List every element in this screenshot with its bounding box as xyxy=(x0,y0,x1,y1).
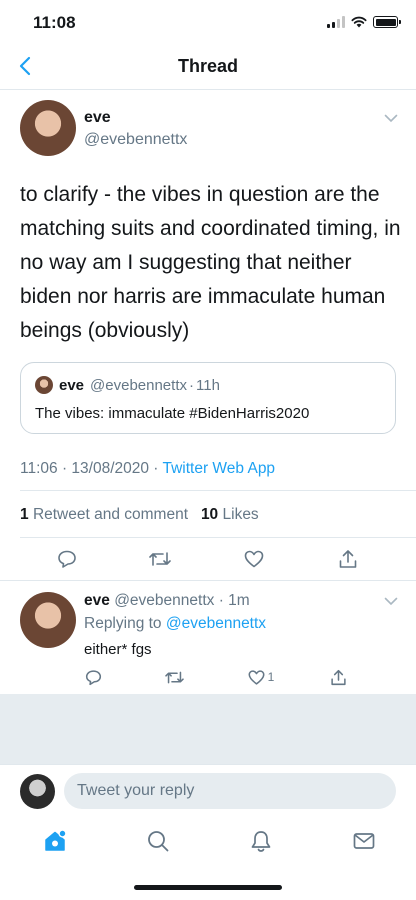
retweet-icon xyxy=(149,552,171,566)
reply-author-name[interactable]: eve xyxy=(84,592,110,609)
meta-divider xyxy=(20,490,416,491)
share-icon xyxy=(330,669,346,685)
reply-header: eve @evebennettx · 1m xyxy=(84,592,250,610)
retweets-count: 1 xyxy=(20,506,29,523)
author-handle[interactable]: @evebennettx xyxy=(84,131,187,149)
share-icon xyxy=(339,550,357,568)
reply-input[interactable]: Tweet your reply xyxy=(64,773,396,809)
messages-icon xyxy=(353,833,375,849)
reply-input-placeholder: Tweet your reply xyxy=(77,782,195,799)
avatar[interactable] xyxy=(20,100,76,156)
quoted-author-handle: @evebennettx xyxy=(90,376,187,394)
tab-notifications[interactable] xyxy=(246,826,276,856)
reply-retweet-button[interactable] xyxy=(163,666,185,688)
reply-icon xyxy=(58,550,76,568)
notifications-icon xyxy=(251,831,271,852)
timestamp-text: 11:06 · 13/08/2020 · xyxy=(20,460,163,477)
retweets-stat[interactable]: 1 Retweet and comment xyxy=(20,506,188,523)
quoted-avatar xyxy=(35,376,53,394)
compose-divider xyxy=(0,764,416,765)
reply-separator: · xyxy=(214,592,229,609)
retweets-label: Retweet and comment xyxy=(32,506,189,523)
author-name[interactable]: eve xyxy=(84,109,111,127)
replying-to-link[interactable]: @evebennettx xyxy=(166,615,266,632)
tab-search[interactable] xyxy=(143,826,173,856)
engagement-counts: 1 Retweet and comment 10 Likes xyxy=(20,506,259,524)
home-indicator xyxy=(134,885,282,890)
wifi-icon xyxy=(351,16,367,28)
reply-like-count: 1 xyxy=(267,670,275,684)
counts-divider xyxy=(20,537,416,538)
reply-icon xyxy=(85,669,101,685)
thread-end-area xyxy=(0,694,416,764)
signal-icon xyxy=(327,16,345,28)
like-icon xyxy=(248,669,265,685)
retweet-icon xyxy=(164,671,184,683)
reply-dropdown-chevron-icon[interactable] xyxy=(384,597,398,606)
battery-icon xyxy=(373,16,401,28)
status-time: 11:08 xyxy=(33,13,76,32)
like-button[interactable] xyxy=(241,546,267,572)
page-title: Thread xyxy=(177,56,238,76)
reply-avatar[interactable] xyxy=(20,592,76,648)
tweet-text: to clarify - the vibes in question are t… xyxy=(20,183,401,342)
likes-stat[interactable]: 10 Likes xyxy=(201,506,259,523)
quoted-tweet[interactable]: eve @evebennettx · 11h The vibes: immacu… xyxy=(20,362,396,434)
search-icon xyxy=(148,831,169,852)
tab-home[interactable] xyxy=(40,826,70,856)
reply-author-handle[interactable]: @evebennettx xyxy=(114,592,214,609)
dropdown-chevron-icon[interactable] xyxy=(384,114,398,123)
tab-messages[interactable] xyxy=(349,826,379,856)
likes-count: 10 xyxy=(200,506,219,523)
like-icon xyxy=(244,550,264,568)
quoted-separator: · xyxy=(189,376,194,394)
likes-label: Likes xyxy=(222,506,259,523)
retweet-button[interactable] xyxy=(147,546,173,572)
source-link[interactable]: Twitter Web App xyxy=(162,460,275,477)
reply-like-button[interactable]: 1 xyxy=(246,666,276,688)
reply-text: either* fgs xyxy=(84,641,152,658)
quoted-tweet-header: eve @evebennettx · 11h xyxy=(35,376,220,394)
quoted-author-name: eve xyxy=(59,376,85,394)
reply-share-button[interactable] xyxy=(327,666,349,688)
reply-button[interactable] xyxy=(54,546,80,572)
replying-to: Replying to @evebennettx xyxy=(84,615,266,633)
tweet-timestamp: 11:06 · 13/08/2020 · Twitter Web App xyxy=(20,460,275,478)
home-icon xyxy=(45,829,67,851)
quoted-tweet-text: The vibes: immaculate #BidenHarris2020 xyxy=(35,405,310,422)
reply-reply-button[interactable] xyxy=(82,666,104,688)
quoted-time: 11h xyxy=(196,376,220,394)
share-button[interactable] xyxy=(335,546,361,572)
actions-divider xyxy=(0,580,416,581)
header-divider xyxy=(0,89,416,90)
user-avatar[interactable] xyxy=(20,774,55,809)
status-icons xyxy=(327,16,401,28)
replying-to-prefix: Replying to xyxy=(84,615,166,632)
reply-time: 1m xyxy=(228,592,250,609)
